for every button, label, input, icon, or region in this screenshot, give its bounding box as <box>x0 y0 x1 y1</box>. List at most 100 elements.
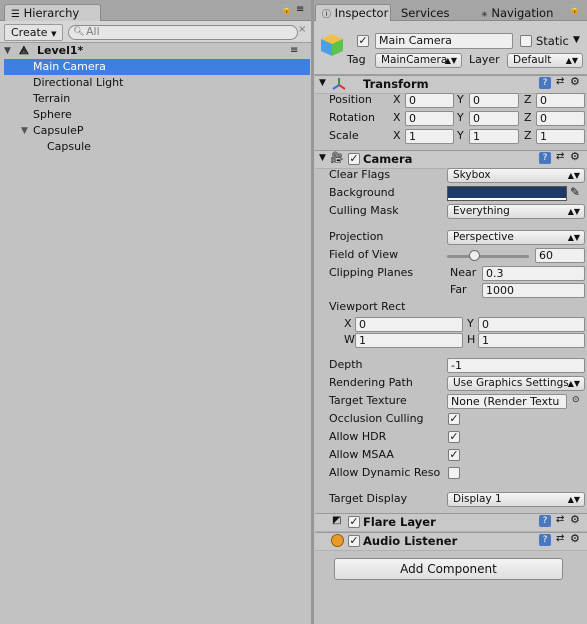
list-item[interactable]: Directional Light <box>4 75 310 91</box>
expand-arrow-icon[interactable]: ▼ <box>319 78 326 88</box>
expand-arrow-icon[interactable]: ▼ <box>4 43 11 59</box>
flare-layer-header[interactable]: ◩ ✓ Flare Layer ? ⇄ ⚙ <box>315 513 587 532</box>
camera-enabled-checkbox[interactable]: ✓ <box>348 153 360 165</box>
panel-menu-icon[interactable]: ≡ <box>296 4 304 15</box>
scene-row[interactable]: ▼ ⟁ Level1* ≡ <box>4 43 310 59</box>
tab-services[interactable]: Services <box>394 4 457 21</box>
vp-w-field[interactable]: 1 <box>355 333 463 348</box>
rotation-y-field[interactable]: 0 <box>469 111 519 126</box>
transform-header[interactable]: ▼ Transform ? ⇄ ⚙ <box>315 75 587 94</box>
tab-inspector[interactable]: ⓘ Inspector <box>315 4 391 21</box>
gear-icon[interactable]: ⚙ <box>570 513 580 526</box>
vp-x-label: X <box>344 317 352 330</box>
search-cancel-icon[interactable]: × <box>298 24 306 35</box>
audio-listener-checkbox[interactable]: ✓ <box>348 535 360 547</box>
flare-layer-icon: ◩ <box>332 515 342 526</box>
fov-value-field[interactable]: 60 <box>535 248 585 263</box>
preset-icon[interactable]: ⇄ <box>556 533 564 544</box>
preset-icon[interactable]: ⇄ <box>556 76 564 87</box>
audio-listener-header[interactable]: ✓ Audio Listener ? ⇄ ⚙ <box>315 532 587 551</box>
fov-slider-thumb[interactable] <box>469 250 481 261</box>
list-item[interactable]: Capsule <box>4 139 310 155</box>
depth-field[interactable]: -1 <box>447 358 585 373</box>
tab-hierarchy[interactable]: ☰ Hierarchy <box>4 4 101 21</box>
projection-dropdown[interactable]: Perspective ▲▼ <box>447 230 585 245</box>
axis-z-label: Z <box>524 93 532 106</box>
position-label: Position <box>329 93 372 106</box>
allow-msaa-checkbox[interactable]: ✓ <box>448 449 460 461</box>
list-item[interactable]: Terrain <box>4 91 310 107</box>
list-item[interactable]: Sphere <box>4 107 310 123</box>
list-item[interactable]: ▼ CapsuleP <box>4 123 310 139</box>
navigation-icon: ✳ <box>481 10 488 19</box>
gear-icon[interactable]: ⚙ <box>570 532 580 545</box>
fov-slider[interactable] <box>447 249 529 263</box>
info-icon: ⓘ <box>322 10 332 20</box>
background-color-swatch[interactable] <box>447 186 567 201</box>
scene-menu-icon[interactable]: ≡ <box>290 43 298 59</box>
object-picker-icon[interactable]: ⊙ <box>572 395 580 405</box>
target-display-dropdown[interactable]: Display 1 ▲▼ <box>447 492 585 507</box>
axis-z-label: Z <box>524 129 532 142</box>
position-z-field[interactable]: 0 <box>536 93 585 108</box>
flare-layer-checkbox[interactable]: ✓ <box>348 516 360 528</box>
far-label: Far <box>450 283 467 296</box>
preset-icon[interactable]: ⇄ <box>556 514 564 525</box>
culling-mask-label: Culling Mask <box>329 204 399 217</box>
active-checkbox[interactable]: ✓ <box>357 35 369 47</box>
list-icon: ☰ <box>11 9 20 20</box>
chevron-down-icon[interactable]: ▼ <box>573 35 580 45</box>
occlusion-culling-checkbox[interactable]: ✓ <box>448 413 460 425</box>
gear-icon[interactable]: ⚙ <box>570 75 580 88</box>
allow-hdr-checkbox[interactable]: ✓ <box>448 431 460 443</box>
scale-y-field[interactable]: 1 <box>469 129 519 144</box>
help-icon[interactable]: ? <box>539 152 551 164</box>
list-item[interactable]: Main Camera <box>4 59 310 75</box>
far-field[interactable]: 1000 <box>482 283 585 298</box>
rotation-z-field[interactable]: 0 <box>536 111 585 126</box>
lock-icon[interactable]: 🔒 <box>569 5 580 15</box>
clear-flags-dropdown[interactable]: Skybox ▲▼ <box>447 168 585 183</box>
expand-arrow-icon[interactable]: ▼ <box>21 123 28 139</box>
search-input[interactable]: 🔍︎ All <box>68 25 298 40</box>
add-component-button[interactable]: Add Component <box>334 558 563 580</box>
vp-x-field[interactable]: 0 <box>355 317 463 332</box>
allow-dynamic-resolution-checkbox[interactable] <box>448 467 460 479</box>
target-texture-field[interactable]: None (Render Textu <box>447 394 567 409</box>
chevron-down-icon: ▼ <box>51 30 57 38</box>
scale-label: Scale <box>329 129 359 142</box>
lock-icon[interactable]: 🔒 <box>281 5 292 15</box>
help-icon[interactable]: ? <box>539 515 551 527</box>
vp-y-field[interactable]: 0 <box>478 317 585 332</box>
object-name-field[interactable]: Main Camera <box>375 33 513 49</box>
hierarchy-toolbar: Create ▼ 🔍︎ All × <box>0 21 311 43</box>
rotation-x-field[interactable]: 0 <box>405 111 454 126</box>
help-icon[interactable]: ? <box>539 77 551 89</box>
layer-label: Layer <box>469 53 500 66</box>
eyedropper-icon[interactable]: ✎ <box>570 185 580 199</box>
camera-header[interactable]: ▼ 🎥︎ ✓ Camera ? ⇄ ⚙ <box>315 150 587 169</box>
culling-mask-dropdown[interactable]: Everything ▲▼ <box>447 204 585 219</box>
help-icon[interactable]: ? <box>539 534 551 546</box>
vp-h-field[interactable]: 1 <box>478 333 585 348</box>
expand-arrow-icon[interactable]: ▼ <box>319 153 326 163</box>
scale-z-field[interactable]: 1 <box>536 129 585 144</box>
tab-navigation[interactable]: ✳ Navigation <box>474 4 560 21</box>
create-button[interactable]: Create ▼ <box>4 24 64 41</box>
static-checkbox[interactable] <box>520 35 532 47</box>
near-field[interactable]: 0.3 <box>482 266 585 281</box>
dropdown-arrow-icon: ▲▼ <box>567 495 580 504</box>
rendering-path-dropdown[interactable]: Use Graphics Settings ▲▼ <box>447 376 585 391</box>
gear-icon[interactable]: ⚙ <box>570 150 580 163</box>
scale-x-field[interactable]: 1 <box>405 129 454 144</box>
axis-y-label: Y <box>457 111 464 124</box>
tag-dropdown[interactable]: MainCamera ▲▼ <box>375 53 462 68</box>
viewport-rect-label: Viewport Rect <box>329 300 406 313</box>
fov-label: Field of View <box>329 248 399 261</box>
rotation-label: Rotation <box>329 111 376 124</box>
preset-icon[interactable]: ⇄ <box>556 151 564 162</box>
position-x-field[interactable]: 0 <box>405 93 454 108</box>
component-icons: ? ⇄ ⚙ <box>535 150 585 166</box>
position-y-field[interactable]: 0 <box>469 93 519 108</box>
layer-dropdown[interactable]: Default ▲▼ <box>507 53 583 68</box>
